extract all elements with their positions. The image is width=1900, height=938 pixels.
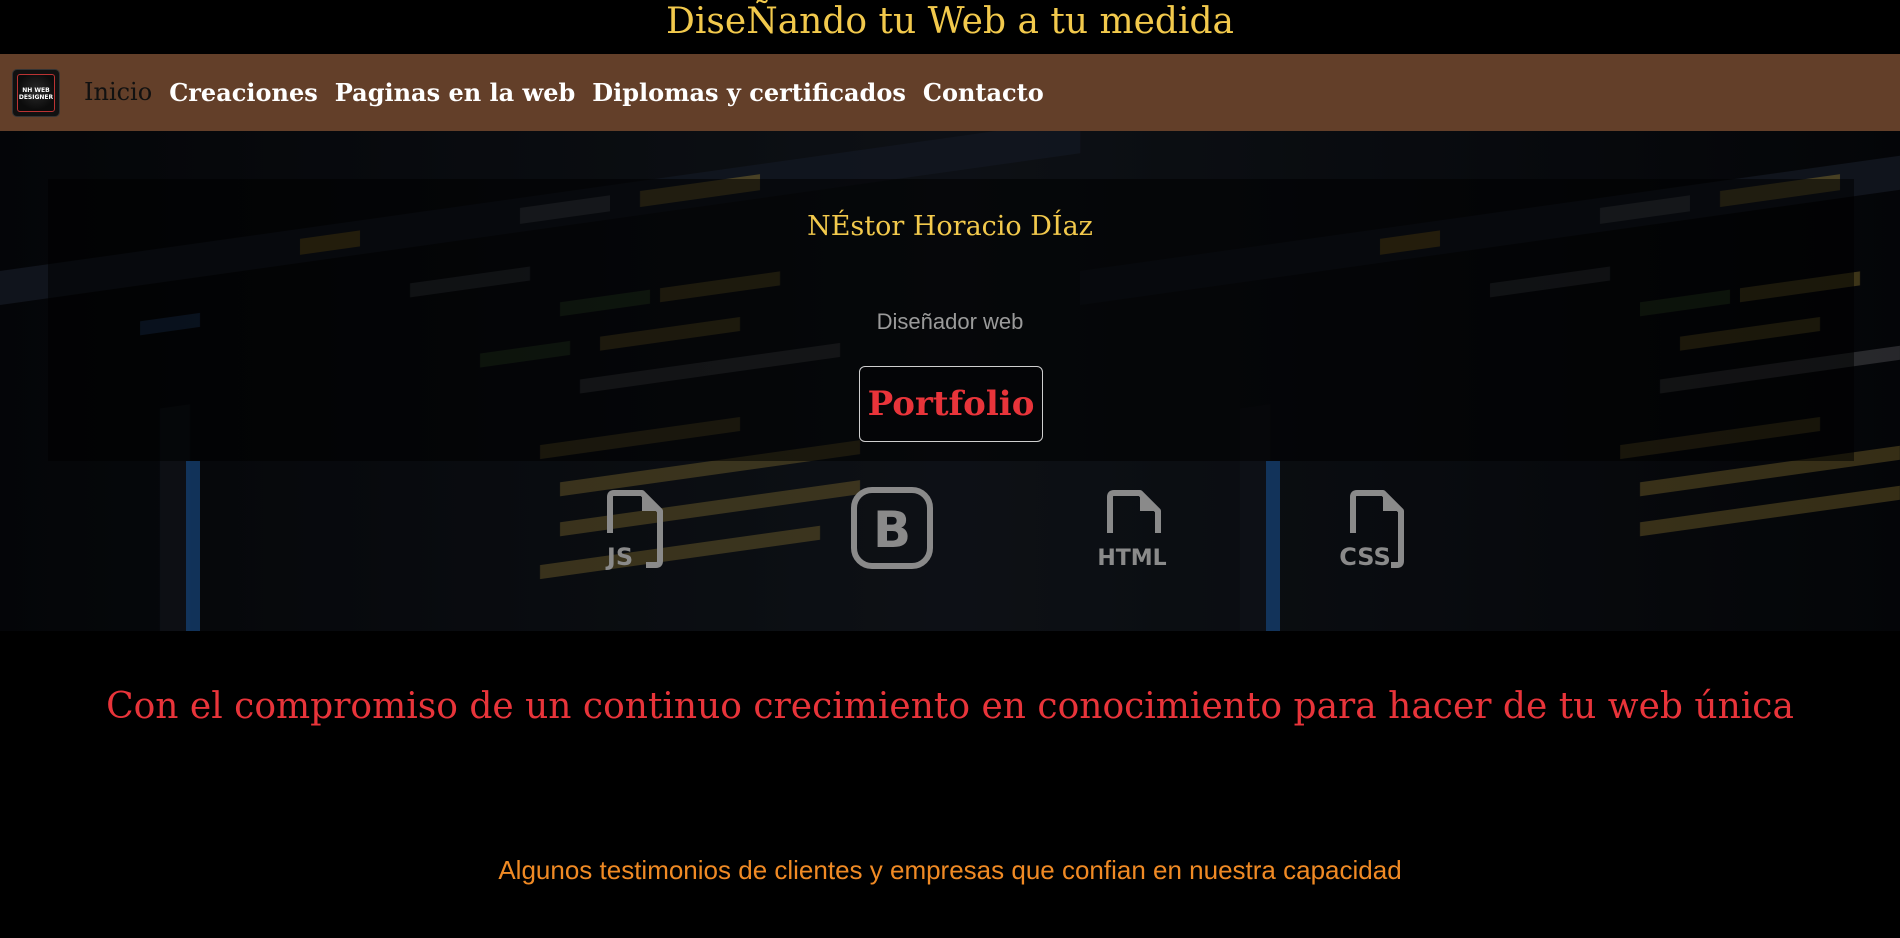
html-icon-label: HTML [1097,546,1166,571]
hero-section: NÉstor Horacio DÍaz Diseñador web Portfo… [0,131,1900,631]
page: DiseÑando tu Web a tu medida NH WEB DESI… [0,0,1900,938]
testimonials-heading: Algunos testimonios de clientes y empres… [498,855,1402,885]
nav-item-paginas-en-la-web[interactable]: Paginas en la web [335,78,576,107]
nav-item-creaciones[interactable]: Creaciones [169,78,318,107]
html-icon: HTML [1097,490,1167,571]
javascript-icon-label: JS [605,543,633,571]
logo[interactable]: NH WEB DESIGNER [12,68,60,117]
nav-item-diplomas-y-certificados[interactable]: Diplomas y certificados [592,78,906,107]
javascript-icon: JS [605,490,663,571]
nav-item-inicio[interactable]: Inicio [84,78,152,107]
bootstrap-icon-label: B [873,501,911,559]
css-icon-label: CSS [1339,543,1391,571]
nav-item-contacto[interactable]: Contacto [923,78,1044,107]
nav-menu: Inicio Creaciones Paginas en la web Dipl… [84,78,1061,107]
author-role: Diseñador web [876,309,1024,334]
navbar: NH WEB DESIGNER Inicio Creaciones Pagina… [0,54,1900,131]
author-name: NÉstor Horacio DÍaz [807,211,1093,242]
logo-badge: NH WEB DESIGNER [17,73,55,112]
portfolio-button[interactable]: Portfolio [859,366,1043,442]
logo-text: NH WEB DESIGNER [18,86,54,101]
site-title: DiseÑando tu Web a tu medida [666,1,1234,42]
commitment-text: Con el compromiso de un continuo crecimi… [106,686,1794,727]
bootstrap-icon: B [851,487,933,569]
css-icon: CSS [1339,490,1404,571]
